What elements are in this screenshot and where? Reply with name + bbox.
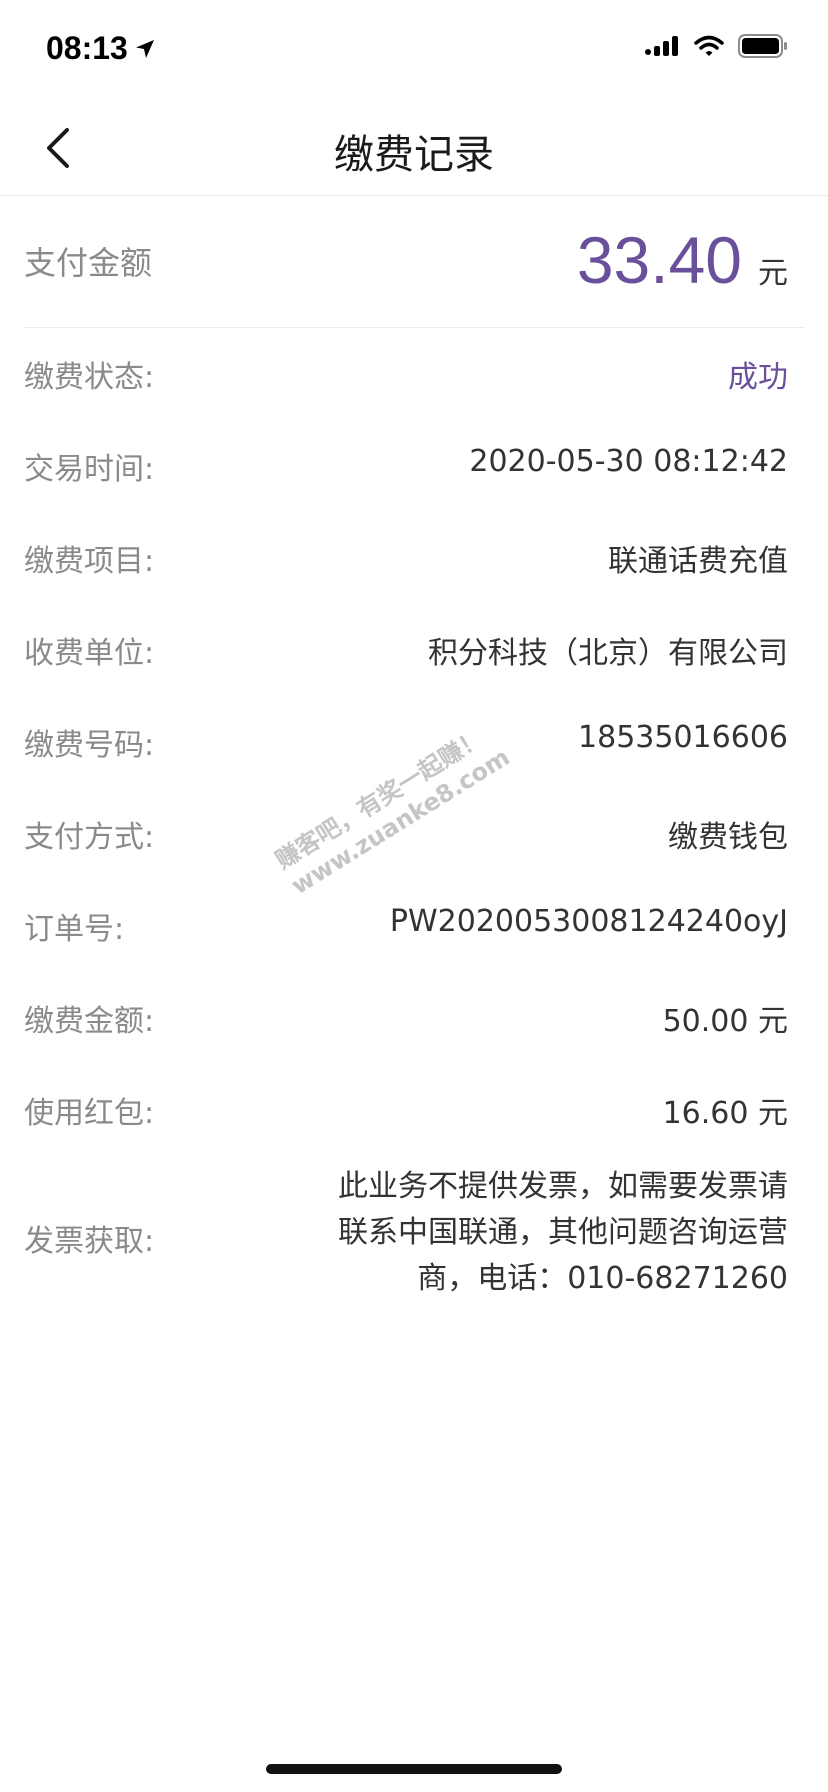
redpacket-value: 16.60 元 — [662, 1096, 788, 1131]
detail-row-status: 缴费状态: 成功 — [24, 328, 804, 420]
detail-row-invoice: 发票获取: 此业务不提供发票，如需要发票请 联系中国联通，其他问题咨询运营 商，… — [24, 1164, 804, 1314]
payment-amount-label: 支付金额 — [24, 244, 153, 282]
time-label: 交易时间: — [24, 452, 155, 487]
nav-bar: 缴费记录 — [0, 100, 828, 196]
detail-row-item: 缴费项目: 联通话费充值 — [24, 512, 804, 604]
fee-value: 50.00 元 — [662, 1004, 788, 1039]
payment-record-screen: 08:13 缴费记录 支付金额 33.40 元 缴费状态: 成功 交易时间: 2… — [0, 0, 828, 1792]
item-value: 联通话费充值 — [608, 544, 788, 579]
invoice-line-3: 商，电话：010-68271260 — [417, 1261, 788, 1296]
payment-amount-unit: 元 — [758, 256, 788, 291]
location-arrow-icon — [135, 39, 154, 58]
status-label: 缴费状态: — [24, 360, 155, 395]
order-label: 订单号: — [24, 912, 125, 947]
status-value: 成功 — [728, 360, 788, 395]
method-label: 支付方式: — [24, 820, 155, 855]
time-value: 2020-05-30 08:12:42 — [469, 444, 788, 479]
page-title: 缴费记录 — [334, 132, 494, 178]
status-indicators — [644, 34, 788, 58]
invoice-line-1: 此业务不提供发票，如需要发票请 — [338, 1169, 788, 1204]
item-label: 缴费项目: — [24, 544, 155, 579]
detail-row-time: 交易时间: 2020-05-30 08:12:42 — [24, 420, 804, 512]
cellular-signal-icon — [645, 36, 678, 56]
wifi-icon — [694, 35, 724, 56]
method-value: 缴费钱包 — [668, 820, 788, 855]
invoice-line-2: 联系中国联通，其他问题咨询运营 — [338, 1215, 788, 1250]
detail-row-redpacket: 使用红包: 16.60 元 — [24, 1064, 804, 1156]
detail-row-order: 订单号: PW2020053008124240oyJ — [24, 880, 804, 972]
payment-amount: 33.40 元 — [577, 222, 788, 298]
detail-row-fee: 缴费金额: 50.00 元 — [24, 972, 804, 1064]
battery-icon — [738, 34, 787, 58]
number-value: 18535016606 — [578, 720, 788, 755]
payee-value: 积分科技（北京）有限公司 — [428, 636, 788, 671]
detail-row-payee: 收费单位: 积分科技（北京）有限公司 — [24, 604, 804, 696]
fee-label: 缴费金额: — [24, 1004, 155, 1039]
invoice-value: 此业务不提供发票，如需要发票请 联系中国联通，其他问题咨询运营 商，电话：010… — [268, 1164, 788, 1302]
payee-label: 收费单位: — [24, 636, 155, 671]
home-indicator[interactable] — [266, 1764, 562, 1774]
payment-amount-value: 33.40 — [576, 223, 742, 297]
payment-amount-row: 支付金额 33.40 元 — [24, 196, 804, 328]
status-bar: 08:13 — [0, 0, 828, 100]
status-time-text: 08:13 — [46, 30, 128, 66]
invoice-label: 发票获取: — [24, 1224, 155, 1259]
number-label: 缴费号码: — [24, 728, 155, 763]
order-value: PW2020053008124240oyJ — [389, 904, 788, 939]
status-time: 08:13 — [46, 30, 156, 67]
redpacket-label: 使用红包: — [24, 1096, 155, 1131]
